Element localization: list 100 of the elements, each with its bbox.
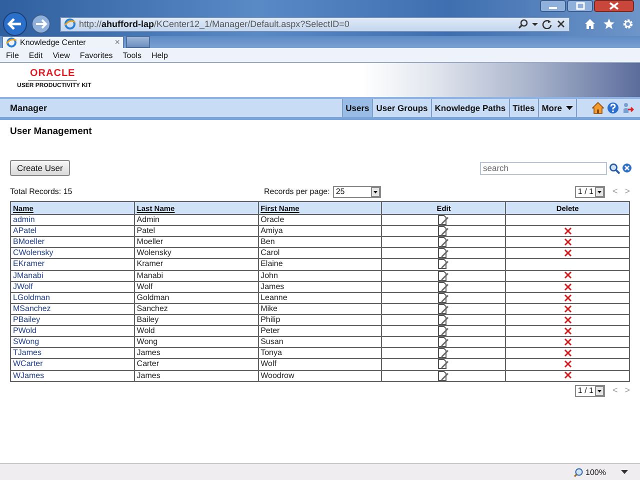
edit-icon[interactable] [438,359,450,370]
exit-icon[interactable] [622,102,634,114]
table-cell: Admin [136,215,160,224]
nav-tab[interactable]: Titles [510,99,539,117]
table-cell: Carol [260,248,280,258]
zoom-level[interactable]: 100% [586,468,606,476]
edit-icon[interactable] [438,259,450,270]
home-icon[interactable] [592,102,604,114]
menu-item[interactable]: Tools [118,50,146,60]
table-cell: Bailey [136,315,159,324]
table-cell: Ben [260,237,275,246]
edit-icon[interactable] [438,292,450,303]
user-link[interactable]: admin [13,215,35,224]
nav-tab[interactable]: User Groups [373,99,432,117]
table-cell: Philip [260,315,280,324]
user-link[interactable]: PWold [13,326,36,336]
star-icon[interactable] [603,18,615,30]
nav-tab[interactable]: Users [342,99,374,117]
clear-icon[interactable] [622,163,632,173]
menu-button[interactable]: More [538,99,577,117]
menu-item[interactable]: Favorites [76,50,117,60]
table-cell: Wolensky [136,248,172,258]
table-cell: Wolf [260,359,276,368]
user-link[interactable]: APatel [13,226,37,236]
forward-icon[interactable] [31,14,51,34]
help-icon[interactable] [607,102,619,114]
delete-icon[interactable] [564,371,572,380]
edit-icon[interactable] [438,282,450,292]
edit-icon[interactable] [438,326,450,336]
table-cell: Elaine [260,259,283,268]
home-icon[interactable] [584,18,596,30]
search-icon[interactable] [609,162,620,174]
table-cell: James [136,348,160,358]
table-cell: Patel [136,226,156,236]
table-cell: Goldman [136,292,170,302]
edit-icon[interactable] [438,348,450,358]
edit-icon[interactable] [438,370,450,381]
search-field[interactable]: search [480,162,607,174]
menu-item[interactable]: Help [147,50,172,60]
delete-icon[interactable] [564,316,572,324]
delete-icon[interactable] [564,282,572,291]
refresh-icon[interactable] [542,19,552,29]
page-title: User Management [10,126,93,138]
close-icon[interactable] [556,19,566,29]
edit-icon[interactable] [438,314,450,325]
table-cell: Wolf [136,282,153,291]
table-cell: Carter [136,359,160,368]
table-cell: Moeller [136,237,164,246]
menu-item[interactable]: View [48,50,74,60]
table-cell: Wold [136,326,155,336]
table-cell: Amiya [260,226,283,236]
browser-tab[interactable]: Knowledge Center × [2,36,124,48]
table-cell: Woodrow [260,370,294,380]
browser-logo-icon [6,37,17,48]
user-link[interactable]: PBailey [13,315,40,324]
edit-icon[interactable] [438,237,450,248]
dropdown-icon [370,186,380,196]
back-icon[interactable] [2,12,28,36]
table-cell: Sanchez [136,304,168,313]
dropdown-icon [595,186,604,196]
restore-icon[interactable] [567,0,593,12]
delete-icon[interactable] [564,360,572,368]
user-link[interactable]: SWong [13,337,40,346]
delete-icon[interactable] [564,327,572,336]
address-field[interactable]: http://ahufford-lap/KCenter12_1/Manager/Default.aspx?SelectID=0 [60,16,570,32]
caret-icon [566,106,573,110]
app-title: Manager [9,103,48,113]
menu-item[interactable]: Edit [24,50,47,60]
delete-icon[interactable] [564,349,572,358]
delete-icon[interactable] [564,304,572,313]
user-link[interactable]: TJames [13,348,42,358]
delete-icon[interactable] [564,227,572,236]
edit-icon[interactable] [438,304,450,314]
edit-icon[interactable] [438,215,450,225]
settings-icon[interactable] [622,18,634,30]
user-link[interactable]: WCarter [13,359,43,368]
dropdown-icon[interactable] [621,470,628,474]
table-cell: James [136,370,160,380]
close-icon[interactable] [594,0,634,12]
nav-tab[interactable]: Knowledge Paths [432,99,510,117]
records-per-page-select[interactable]: 25 [332,186,381,198]
menu-item[interactable]: File [2,50,23,60]
edit-icon[interactable] [438,337,450,348]
close-button[interactable]: × [114,38,120,47]
table-cell: Peter [260,326,280,336]
table-cell: Tonya [260,348,282,358]
search-icon[interactable] [518,19,528,29]
edit-icon[interactable] [438,270,450,281]
delete-icon[interactable] [564,249,572,258]
delete-icon[interactable] [564,338,572,346]
create-user-button[interactable]: Create User [10,160,70,176]
tab-title: Knowledge Center [20,38,87,47]
minimize-icon[interactable] [540,0,566,12]
table-cell: Leanne [260,292,288,302]
zoom-icon[interactable] [574,468,583,476]
user-link[interactable]: JWolf [13,282,33,291]
delete-icon[interactable] [564,294,572,302]
delete-icon[interactable] [564,271,572,280]
edit-icon[interactable] [438,248,450,258]
delete-icon[interactable] [564,238,572,246]
